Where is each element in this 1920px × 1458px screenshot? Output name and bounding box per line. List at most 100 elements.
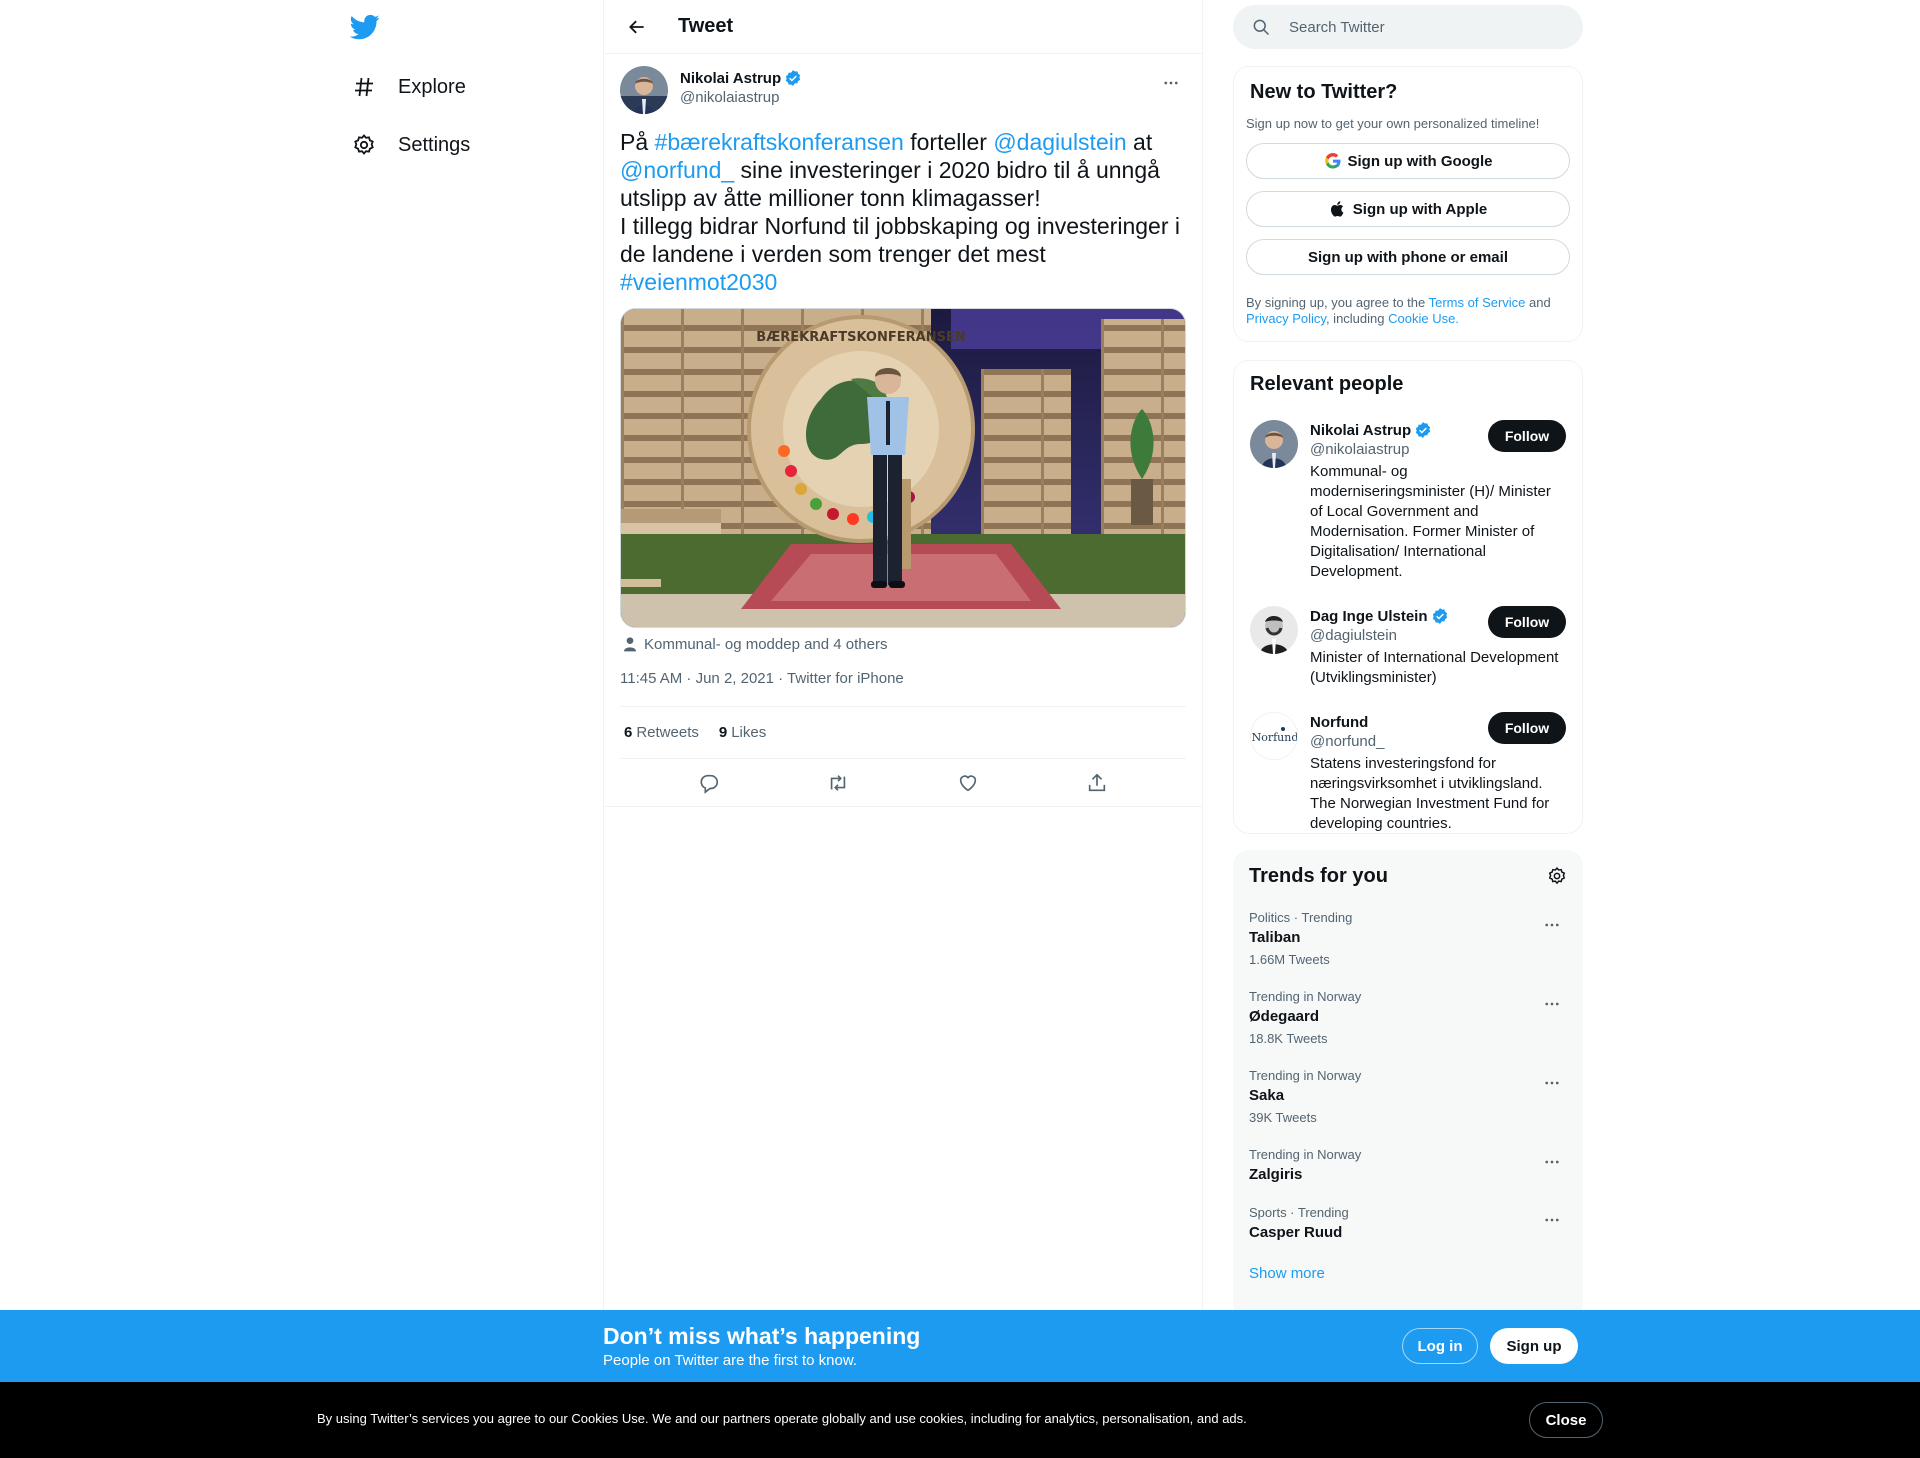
gear-icon[interactable] [1547, 866, 1567, 886]
tagged-people[interactable]: Kommunal- og moddep and 4 others [620, 634, 1186, 654]
show-more-link[interactable]: Show more [1249, 1265, 1567, 1282]
terms-link[interactable]: Terms of Service [1429, 295, 1526, 310]
retweet-button[interactable] [819, 764, 857, 802]
arrow-left-icon [629, 20, 644, 33]
hashtag-link[interactable]: #bærekraftskonferansen [655, 129, 904, 155]
author-name-text: Nikolai Astrup [680, 69, 782, 87]
signup-google-label: Sign up with Google [1347, 152, 1493, 170]
tweet-image[interactable]: BÆREKRAFTSKONFERANSEN [620, 308, 1186, 628]
trends-title: Trends for you [1249, 864, 1388, 887]
author-avatar[interactable] [620, 66, 668, 114]
trend-more-button[interactable] [1537, 1205, 1567, 1235]
tweet-timestamp[interactable]: 11:45 AM · Jun 2, 2021 · Twitter for iPh… [620, 670, 1186, 690]
retweet-icon [831, 774, 846, 791]
privacy-link[interactable]: Privacy Policy [1246, 311, 1326, 326]
cookie-text: By using Twitter’s services you agree to… [317, 1411, 1247, 1426]
signup-phone-button[interactable]: Sign up with phone or email [1246, 239, 1570, 275]
legal-text: , including [1325, 311, 1389, 326]
trend-more-button[interactable] [1537, 1068, 1567, 1098]
follow-button[interactable]: Follow [1488, 420, 1566, 452]
login-button[interactable]: Log in [1402, 1328, 1478, 1364]
person-name[interactable]: Dag Inge Ulstein [1310, 608, 1428, 625]
nav-explore-label: Explore [398, 75, 466, 98]
signup-title: New to Twitter? [1250, 81, 1398, 103]
verified-badge-icon [1416, 422, 1431, 438]
trend-name: Ødegaard [1249, 1008, 1320, 1025]
trend-meta: Trending in Norway [1249, 1147, 1362, 1162]
search-placeholder: Search Twitter [1289, 18, 1385, 36]
trend-count: 1.66M Tweets [1249, 952, 1330, 967]
mention-link[interactable]: @dagiulstein [993, 129, 1126, 155]
likes-label[interactable]: Likes [731, 724, 766, 741]
reply-button[interactable] [690, 764, 728, 802]
page-title: Tweet [678, 15, 734, 37]
more-dots-icon [1545, 923, 1559, 927]
person-avatar[interactable] [1250, 606, 1298, 654]
tweet-text-part: I tillegg bidrar Norfund til jobbskaping… [620, 213, 1180, 267]
search-input[interactable]: Search Twitter [1233, 5, 1583, 49]
more-dots-icon [1545, 1002, 1559, 1006]
legal-text: By signing up, you agree to the [1246, 295, 1429, 310]
trend-more-button[interactable] [1537, 989, 1567, 1019]
main-column: Tweet Nikolai Astrup @nikolaiastrup På #… [603, 0, 1203, 1458]
apple-icon [1330, 201, 1344, 217]
signup-apple-button[interactable]: Sign up with Apple [1246, 191, 1570, 227]
trend-item[interactable]: Politics · Trending Taliban 1.66M Tweets [1249, 910, 1567, 967]
cookie-bar: By using Twitter’s services you agree to… [0, 1382, 1920, 1458]
retweets-count[interactable]: 6 [624, 724, 632, 741]
follow-button[interactable]: Follow [1488, 712, 1566, 744]
trend-item[interactable]: Trending in Norway Zalgiris [1249, 1147, 1567, 1183]
gear-icon [350, 131, 378, 159]
person-name[interactable]: Nikolai Astrup [1310, 422, 1411, 439]
share-icon [1089, 773, 1106, 791]
person-item[interactable]: Dag Inge Ulstein @dagiulstein Minister o… [1250, 606, 1566, 688]
nav-settings[interactable]: Settings [350, 125, 470, 165]
trends-card: Trends for you Politics · Trending Talib… [1233, 850, 1583, 1320]
likes-count[interactable]: 9 [719, 724, 727, 741]
tweet-text: På #bærekraftskonferansen forteller @dag… [620, 128, 1186, 296]
trend-item[interactable]: Trending in Norway Ødegaard 18.8K Tweets [1249, 989, 1567, 1046]
signup-google-button[interactable]: Sign up with Google [1246, 143, 1570, 179]
signup-phone-label: Sign up with phone or email [1307, 248, 1508, 266]
trend-name: Zalgiris [1249, 1166, 1303, 1183]
tweet-actions [604, 759, 1202, 807]
tweet-more-button[interactable] [1156, 68, 1186, 98]
verified-badge-icon [786, 70, 801, 86]
person-avatar[interactable]: Norfund [1250, 712, 1298, 760]
person-item[interactable]: Nikolai Astrup @nikolaiastrup Kommunal- … [1250, 420, 1566, 582]
heart-icon [959, 774, 976, 791]
trend-item[interactable]: Sports · Trending Casper Ruud [1249, 1205, 1567, 1241]
nav-explore[interactable]: Explore [350, 67, 466, 107]
person-name[interactable]: Norfund [1310, 714, 1368, 731]
trend-more-button[interactable] [1537, 910, 1567, 940]
cookie-link[interactable]: Cookie Use. [1388, 311, 1459, 326]
retweets-label[interactable]: Retweets [636, 724, 699, 741]
author-name[interactable]: Nikolai Astrup [680, 69, 802, 87]
trend-name: Taliban [1249, 929, 1301, 946]
signup-apple-label: Sign up with Apple [1352, 200, 1488, 218]
share-button[interactable] [1078, 764, 1116, 802]
image-sign-text: BÆREKRAFTSKONFERANSEN [756, 330, 965, 345]
trend-item[interactable]: Trending in Norway Saka 39K Tweets [1249, 1068, 1567, 1125]
verified-badge-icon [1432, 608, 1447, 624]
trend-more-button[interactable] [1537, 1147, 1567, 1177]
follow-button[interactable]: Follow [1488, 606, 1566, 638]
trend-count: 18.8K Tweets [1249, 1031, 1328, 1046]
signup-button[interactable]: Sign up [1490, 1328, 1578, 1364]
relevant-people-title: Relevant people [1250, 373, 1404, 395]
cookie-close-button[interactable]: Close [1529, 1402, 1603, 1438]
signup-legal: By signing up, you agree to the Terms of… [1246, 295, 1570, 327]
mention-link[interactable]: @norfund_ [620, 157, 734, 183]
more-dots-icon [1545, 1160, 1559, 1164]
author-handle[interactable]: @nikolaiastrup [680, 89, 802, 106]
norfund-logo-text: Norfund [1252, 731, 1298, 744]
twitter-bird-icon[interactable] [349, 12, 380, 42]
hashtag-link[interactable]: #veienmot2030 [620, 269, 777, 295]
signup-card: New to Twitter? Sign up now to get your … [1233, 66, 1583, 342]
person-item[interactable]: Norfund Norfund @norfund_ Statens invest… [1250, 712, 1566, 834]
tweet-text-part: På [620, 129, 655, 155]
person-avatar[interactable] [1250, 420, 1298, 468]
back-button[interactable] [620, 10, 654, 44]
like-button[interactable] [949, 764, 987, 802]
tagged-text: Kommunal- og moddep and 4 others [644, 635, 888, 653]
